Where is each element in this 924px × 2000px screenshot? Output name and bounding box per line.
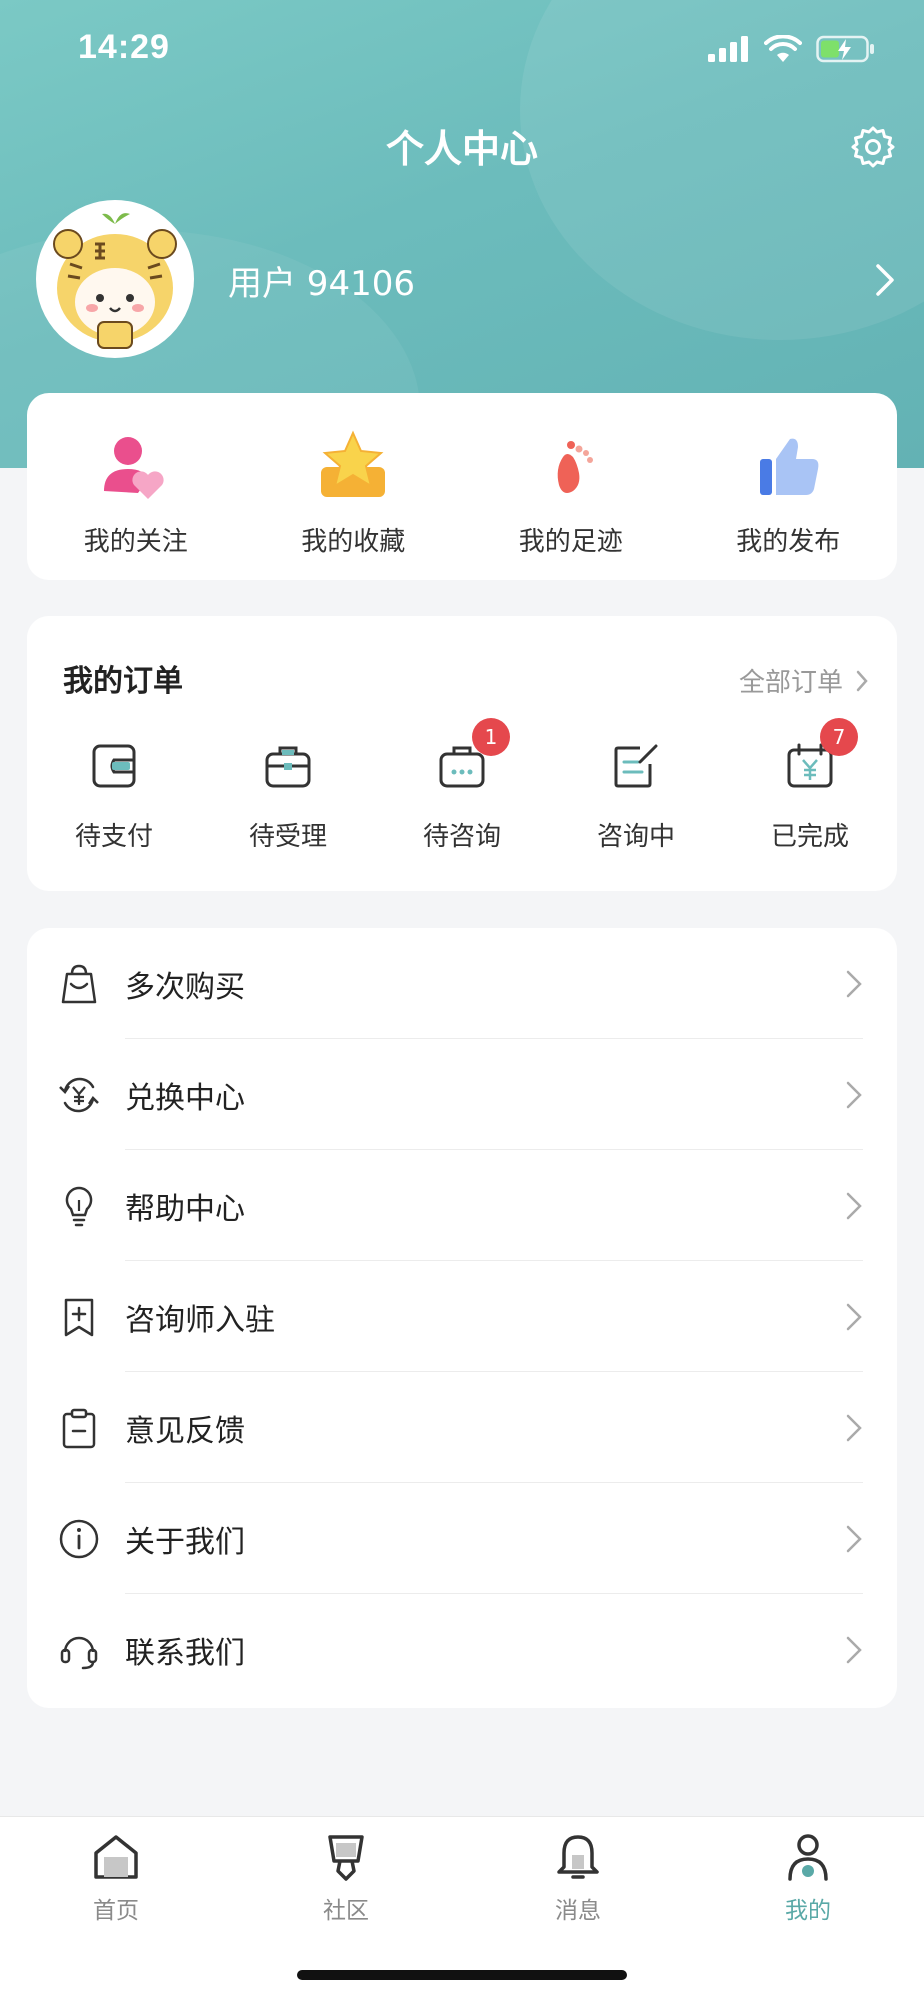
- thumb-icon: [760, 438, 819, 495]
- orders-title: 我的订单: [63, 664, 183, 699]
- exchange-icon: [59, 1077, 99, 1112]
- menu-item-contact-us[interactable]: 联系我们: [27, 1594, 897, 1705]
- quick-link-label: 我的发布: [736, 527, 841, 557]
- status-time: 14:29: [78, 28, 170, 66]
- shopping-bag-icon: [61, 964, 97, 1003]
- username[interactable]: 用户 94106: [228, 256, 415, 305]
- quick-link-label: 我的关注: [83, 527, 188, 557]
- community-icon: [328, 1835, 364, 1881]
- tiger-avatar-icon: [40, 204, 190, 354]
- order-badge: 7: [820, 718, 858, 756]
- order-badge: 1: [472, 718, 510, 756]
- menu-item-feedback[interactable]: 意见反馈: [27, 1372, 897, 1483]
- headset-icon: [60, 1636, 98, 1669]
- tab-label: 首页: [93, 1898, 139, 1924]
- signal-icon: [708, 36, 748, 62]
- quick-link-favorites[interactable]: 我的收藏: [245, 393, 463, 580]
- chevron-right-icon: [846, 1525, 862, 1552]
- quick-link-posts[interactable]: 我的发布: [680, 393, 898, 580]
- order-status-pending-payment[interactable]: 待支付: [27, 740, 201, 853]
- all-orders-label: 全部订单: [738, 668, 843, 698]
- order-status-pending-accept[interactable]: 待受理: [201, 740, 375, 853]
- menu-label: 咨询师入驻: [125, 1302, 275, 1338]
- menu-label: 意见反馈: [125, 1413, 245, 1449]
- follow-icon: [103, 437, 164, 499]
- menu-card: 多次购买 兑换中心 帮助中心 咨询师入驻 意见反馈 关于我们 联系我们: [27, 928, 897, 1708]
- order-status-label: 咨询中: [596, 822, 675, 852]
- tab-label: 社区: [323, 1898, 369, 1924]
- wifi-icon: [764, 35, 802, 62]
- footprint-icon: [557, 441, 593, 493]
- order-status-in-consult[interactable]: 咨询中: [549, 740, 723, 853]
- menu-item-repeat-purchase[interactable]: 多次购买: [27, 928, 897, 1039]
- chevron-right-icon: [846, 1081, 862, 1108]
- tab-label: 消息: [555, 1898, 601, 1924]
- menu-label: 兑换中心: [125, 1080, 245, 1116]
- order-status-label: 已完成: [770, 822, 849, 852]
- home-indicator: [297, 1970, 627, 1980]
- chevron-right-icon: [846, 1414, 862, 1441]
- lightbulb-icon: [65, 1186, 93, 1226]
- quick-link-footprints[interactable]: 我的足迹: [462, 393, 680, 580]
- quick-link-label: 我的足迹: [518, 527, 623, 557]
- chevron-right-icon: [846, 1303, 862, 1330]
- settings-gear-icon[interactable]: [850, 124, 896, 170]
- menu-item-exchange-center[interactable]: 兑换中心: [27, 1039, 897, 1150]
- clipboard-icon: [62, 1408, 96, 1448]
- person-icon: [788, 1834, 828, 1881]
- star-icon: [321, 430, 386, 497]
- tab-profile[interactable]: 我的: [738, 1831, 878, 1925]
- all-orders-link[interactable]: 全部订单: [739, 662, 869, 699]
- bookmark-plus-icon: [64, 1298, 94, 1336]
- order-status-label: 待受理: [248, 822, 327, 852]
- menu-label: 帮助中心: [125, 1191, 245, 1227]
- status-bar: 14:29: [0, 0, 924, 100]
- info-icon: [59, 1519, 99, 1558]
- tab-messages[interactable]: 消息: [508, 1831, 648, 1925]
- tab-community[interactable]: 社区: [276, 1831, 416, 1925]
- page-title: 个人中心: [385, 127, 538, 171]
- menu-label: 联系我们: [125, 1635, 245, 1671]
- orders-card: 我的订单 全部订单 待支付 待受理 1 待咨询 咨询中 7 已完成: [27, 616, 897, 891]
- menu-label: 关于我们: [125, 1524, 245, 1560]
- order-status-label: 待咨询: [422, 822, 501, 852]
- chevron-right-icon: [856, 670, 868, 691]
- menu-item-about-us[interactable]: 关于我们: [27, 1483, 897, 1594]
- quick-link-label: 我的收藏: [301, 527, 406, 557]
- chevron-right-icon: [846, 1192, 862, 1219]
- menu-item-counselor-join[interactable]: 咨询师入驻: [27, 1261, 897, 1372]
- bell-icon: [557, 1835, 599, 1879]
- tab-label: 我的: [785, 1898, 831, 1924]
- menu-item-help-center[interactable]: 帮助中心: [27, 1150, 897, 1261]
- avatar[interactable]: [36, 200, 194, 358]
- home-icon: [94, 1835, 138, 1879]
- order-status-label: 待支付: [74, 822, 153, 852]
- chevron-right-icon[interactable]: [872, 262, 898, 298]
- menu-label: 多次购买: [125, 969, 245, 1005]
- battery-icon: [816, 35, 874, 63]
- chevron-right-icon: [846, 1636, 862, 1663]
- quick-link-follow[interactable]: 我的关注: [27, 393, 245, 580]
- edit-note-icon: [614, 744, 658, 788]
- tab-home[interactable]: 首页: [46, 1831, 186, 1925]
- order-status-pending-consult[interactable]: 1 待咨询: [375, 718, 549, 853]
- order-status-completed[interactable]: 7 已完成: [723, 718, 897, 853]
- chevron-right-icon: [846, 970, 862, 997]
- briefcase-icon: [265, 746, 311, 788]
- quick-links-card: 我的关注 我的收藏 我的足迹 我的发布: [27, 393, 897, 580]
- wallet-icon: [92, 744, 136, 788]
